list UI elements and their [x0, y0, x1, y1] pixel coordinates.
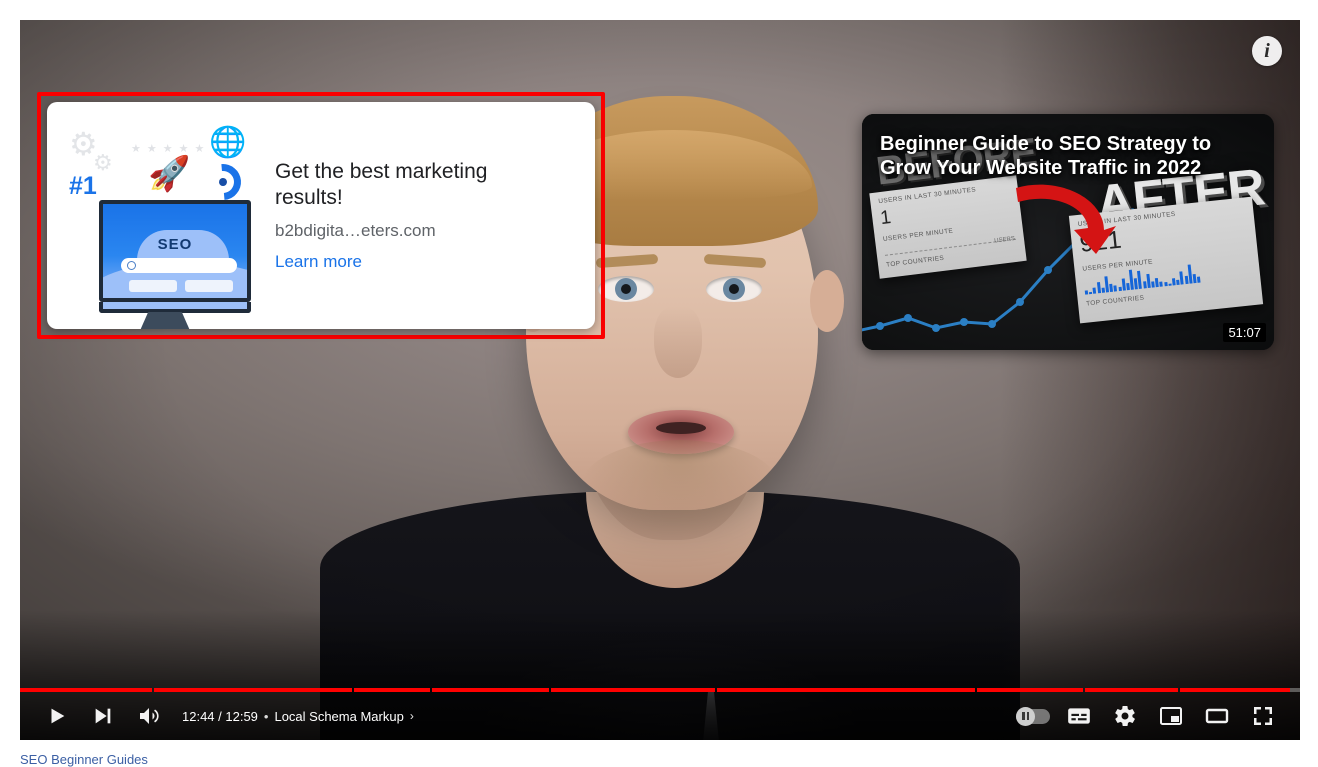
video-player[interactable]: i ⚙ ⚙ ★★★★★ 🌐 #1 🚀 SEO Get the best mark… — [20, 20, 1300, 740]
current-chapter-label[interactable]: Local Schema Markup — [274, 709, 403, 724]
rank-badge-label: #1 — [69, 172, 97, 200]
promoted-ad-card[interactable]: ⚙ ⚙ ★★★★★ 🌐 #1 🚀 SEO Get the best market… — [47, 102, 595, 329]
play-button[interactable] — [34, 692, 80, 740]
settings-gear-icon[interactable] — [1102, 692, 1148, 740]
suggested-video-thumbnail: BEFORE AFTER USERS IN LAST 30 MINUTES 1 … — [862, 114, 1274, 350]
sparkline-bar — [1121, 278, 1126, 291]
sparkline-bar — [1096, 282, 1101, 294]
sparkline-bar — [1146, 273, 1151, 289]
next-video-button[interactable] — [80, 692, 126, 740]
subtitles-icon[interactable] — [1056, 692, 1102, 740]
miniplayer-icon[interactable] — [1148, 692, 1194, 740]
page-root: i ⚙ ⚙ ★★★★★ 🌐 #1 🚀 SEO Get the best mark… — [0, 0, 1318, 767]
sparkline-bar — [1113, 285, 1118, 292]
sparkline-bar — [1176, 280, 1180, 286]
autoplay-track — [1016, 706, 1050, 726]
player-controls-bar: 12:44 / 12:59 • Local Schema Markup › — [20, 692, 1300, 740]
info-icon[interactable]: i — [1252, 36, 1282, 66]
globe-icon: 🌐 — [209, 126, 247, 159]
sparkline-bar — [1104, 275, 1109, 293]
ad-illustration: ⚙ ⚙ ★★★★★ 🌐 #1 🚀 SEO — [47, 102, 265, 329]
suggested-video-title: Beginner Guide to SEO Strategy to Grow Y… — [880, 133, 1212, 179]
theater-mode-icon[interactable] — [1194, 692, 1240, 740]
volume-icon[interactable] — [126, 692, 172, 740]
sparkline-bar — [1142, 281, 1147, 289]
sparkline-bar — [1179, 271, 1184, 285]
below-player-caption[interactable]: SEO Beginner Guides — [20, 752, 148, 767]
autoplay-knob-pause-icon — [1016, 706, 1035, 726]
monitor-result-bar-2 — [185, 280, 233, 292]
rocket-icon: 🚀 — [148, 155, 191, 193]
monitor-result-bar-1 — [129, 280, 177, 292]
ad-headline: Get the best marketing results! — [275, 159, 488, 209]
suggested-video-card[interactable]: BEFORE AFTER USERS IN LAST 30 MINUTES 1 … — [862, 114, 1274, 350]
controls-right-group — [1010, 692, 1286, 740]
sparkline-bar — [1089, 291, 1093, 295]
time-display: 12:44 / 12:59 — [182, 708, 258, 724]
sparkline-bar — [1197, 276, 1201, 283]
sparkline-bar — [1137, 271, 1143, 289]
sparkline-bar — [1092, 287, 1097, 294]
sparkline-bar — [1151, 281, 1155, 288]
sparkline-bar — [1159, 281, 1164, 287]
suggested-video-duration-badge: 51:07 — [1223, 323, 1266, 342]
ad-text-block: Get the best marketing results! b2bdigit… — [265, 159, 595, 273]
monitor-base — [99, 302, 251, 313]
time-and-chapter-row: 12:44 / 12:59 • Local Schema Markup › — [182, 709, 414, 724]
sparkline-bar — [1101, 287, 1105, 293]
fullscreen-icon[interactable] — [1240, 692, 1286, 740]
sparkline-bar — [1163, 282, 1168, 287]
controls-left-group: 12:44 / 12:59 • Local Schema Markup › — [34, 692, 414, 740]
sparkline-bar — [1126, 282, 1130, 291]
sparkline-bar — [1154, 277, 1159, 288]
monitor-seo-label: SEO — [157, 236, 193, 253]
sparkline-bar — [1192, 273, 1197, 284]
red-arrow-icon — [1016, 184, 1116, 254]
monitor-illustration: SEO — [99, 200, 251, 302]
chevron-right-icon[interactable]: › — [410, 709, 414, 723]
sparkline-bar — [1118, 287, 1122, 292]
autoplay-toggle[interactable] — [1010, 692, 1056, 740]
sparkline-bar — [1168, 283, 1172, 286]
stars-icon: ★★★★★ — [131, 143, 211, 155]
ad-display-url: b2bdigita…eters.com — [275, 221, 436, 241]
sparkline-bar — [1084, 290, 1089, 295]
ad-learn-more-link[interactable]: Learn more — [275, 252, 577, 272]
sparkline-bar — [1184, 275, 1189, 285]
sparkline-bar — [1109, 283, 1114, 293]
gear-small-icon: ⚙ — [93, 150, 113, 175]
thumbnail-panel-before: USERS IN LAST 30 MINUTES 1 USERS PER MIN… — [869, 175, 1027, 279]
time-chapter-separator: • — [263, 708, 269, 724]
monitor-stand — [135, 312, 195, 329]
sparkline-bar — [1171, 278, 1176, 286]
ad-highlight-box: ⚙ ⚙ ★★★★★ 🌐 #1 🚀 SEO Get the best market… — [37, 92, 605, 339]
monitor-search-bar — [121, 258, 237, 273]
